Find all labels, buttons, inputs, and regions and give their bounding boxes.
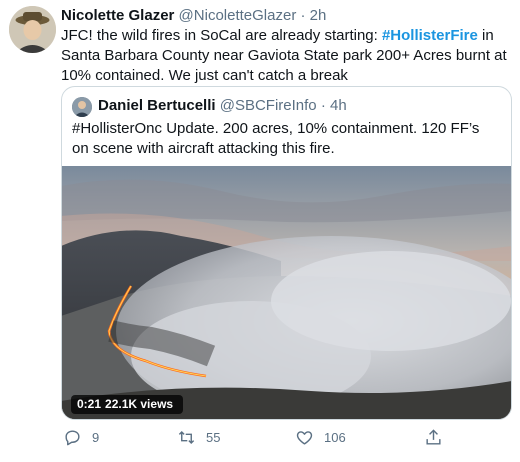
like-button[interactable]: 106	[295, 428, 346, 447]
quoted-tweet-text: #HollisterOnc Update. 200 acres, 10% con…	[72, 120, 480, 157]
reply-count: 9	[92, 430, 100, 445]
share-button[interactable]	[424, 428, 453, 447]
video-duration: 0:21	[77, 397, 102, 411]
separator-dot: ·	[320, 97, 326, 114]
reply-icon	[65, 430, 80, 446]
retweet-button[interactable]: 55	[177, 428, 220, 447]
quoted-tweet[interactable]: Daniel Bertucelli @SBCFireInfo · 4h #Hol…	[61, 86, 512, 420]
author-name[interactable]: Nicolette Glazer	[61, 7, 174, 24]
wildfire-video-thumbnail	[62, 166, 511, 419]
video-player[interactable]: 0:21 22.1K views	[62, 166, 511, 419]
video-views: 22.1K views	[105, 397, 174, 411]
quoted-author-handle[interactable]: @SBCFireInfo	[220, 97, 317, 114]
like-count: 106	[324, 430, 346, 445]
quoted-tweet-header: Daniel Bertucelli @SBCFireInfo · 4h	[98, 96, 347, 116]
share-icon	[426, 429, 441, 445]
author-handle[interactable]: @NicoletteGlazer	[179, 7, 297, 24]
hashtag-link[interactable]: #HollisterFire	[382, 27, 478, 44]
video-stats-badge: 0:21 22.1K views	[71, 395, 184, 414]
retweet-icon	[178, 430, 195, 445]
tweet-actions: 9 55 106	[55, 428, 455, 452]
quoted-tweet-timestamp[interactable]: 4h	[330, 97, 347, 114]
heart-icon	[296, 431, 313, 445]
quoted-author-avatar[interactable]	[72, 97, 92, 117]
tweet-header: Nicolette Glazer @NicoletteGlazer · 2h	[61, 6, 326, 26]
author-avatar[interactable]	[9, 6, 56, 53]
tweet-text: JFC! the wild fires in SoCal are already…	[61, 26, 511, 86]
separator-dot: ·	[300, 7, 306, 24]
reply-button[interactable]: 9	[63, 428, 99, 447]
tweet-timestamp[interactable]: 2h	[310, 7, 327, 24]
tweet-text-part: JFC! the wild fires in SoCal are already…	[61, 27, 382, 44]
retweet-count: 55	[206, 430, 221, 445]
quoted-author-name[interactable]: Daniel Bertucelli	[98, 97, 216, 114]
tweet[interactable]: Nicolette Glazer @NicoletteGlazer · 2h J…	[0, 0, 520, 462]
